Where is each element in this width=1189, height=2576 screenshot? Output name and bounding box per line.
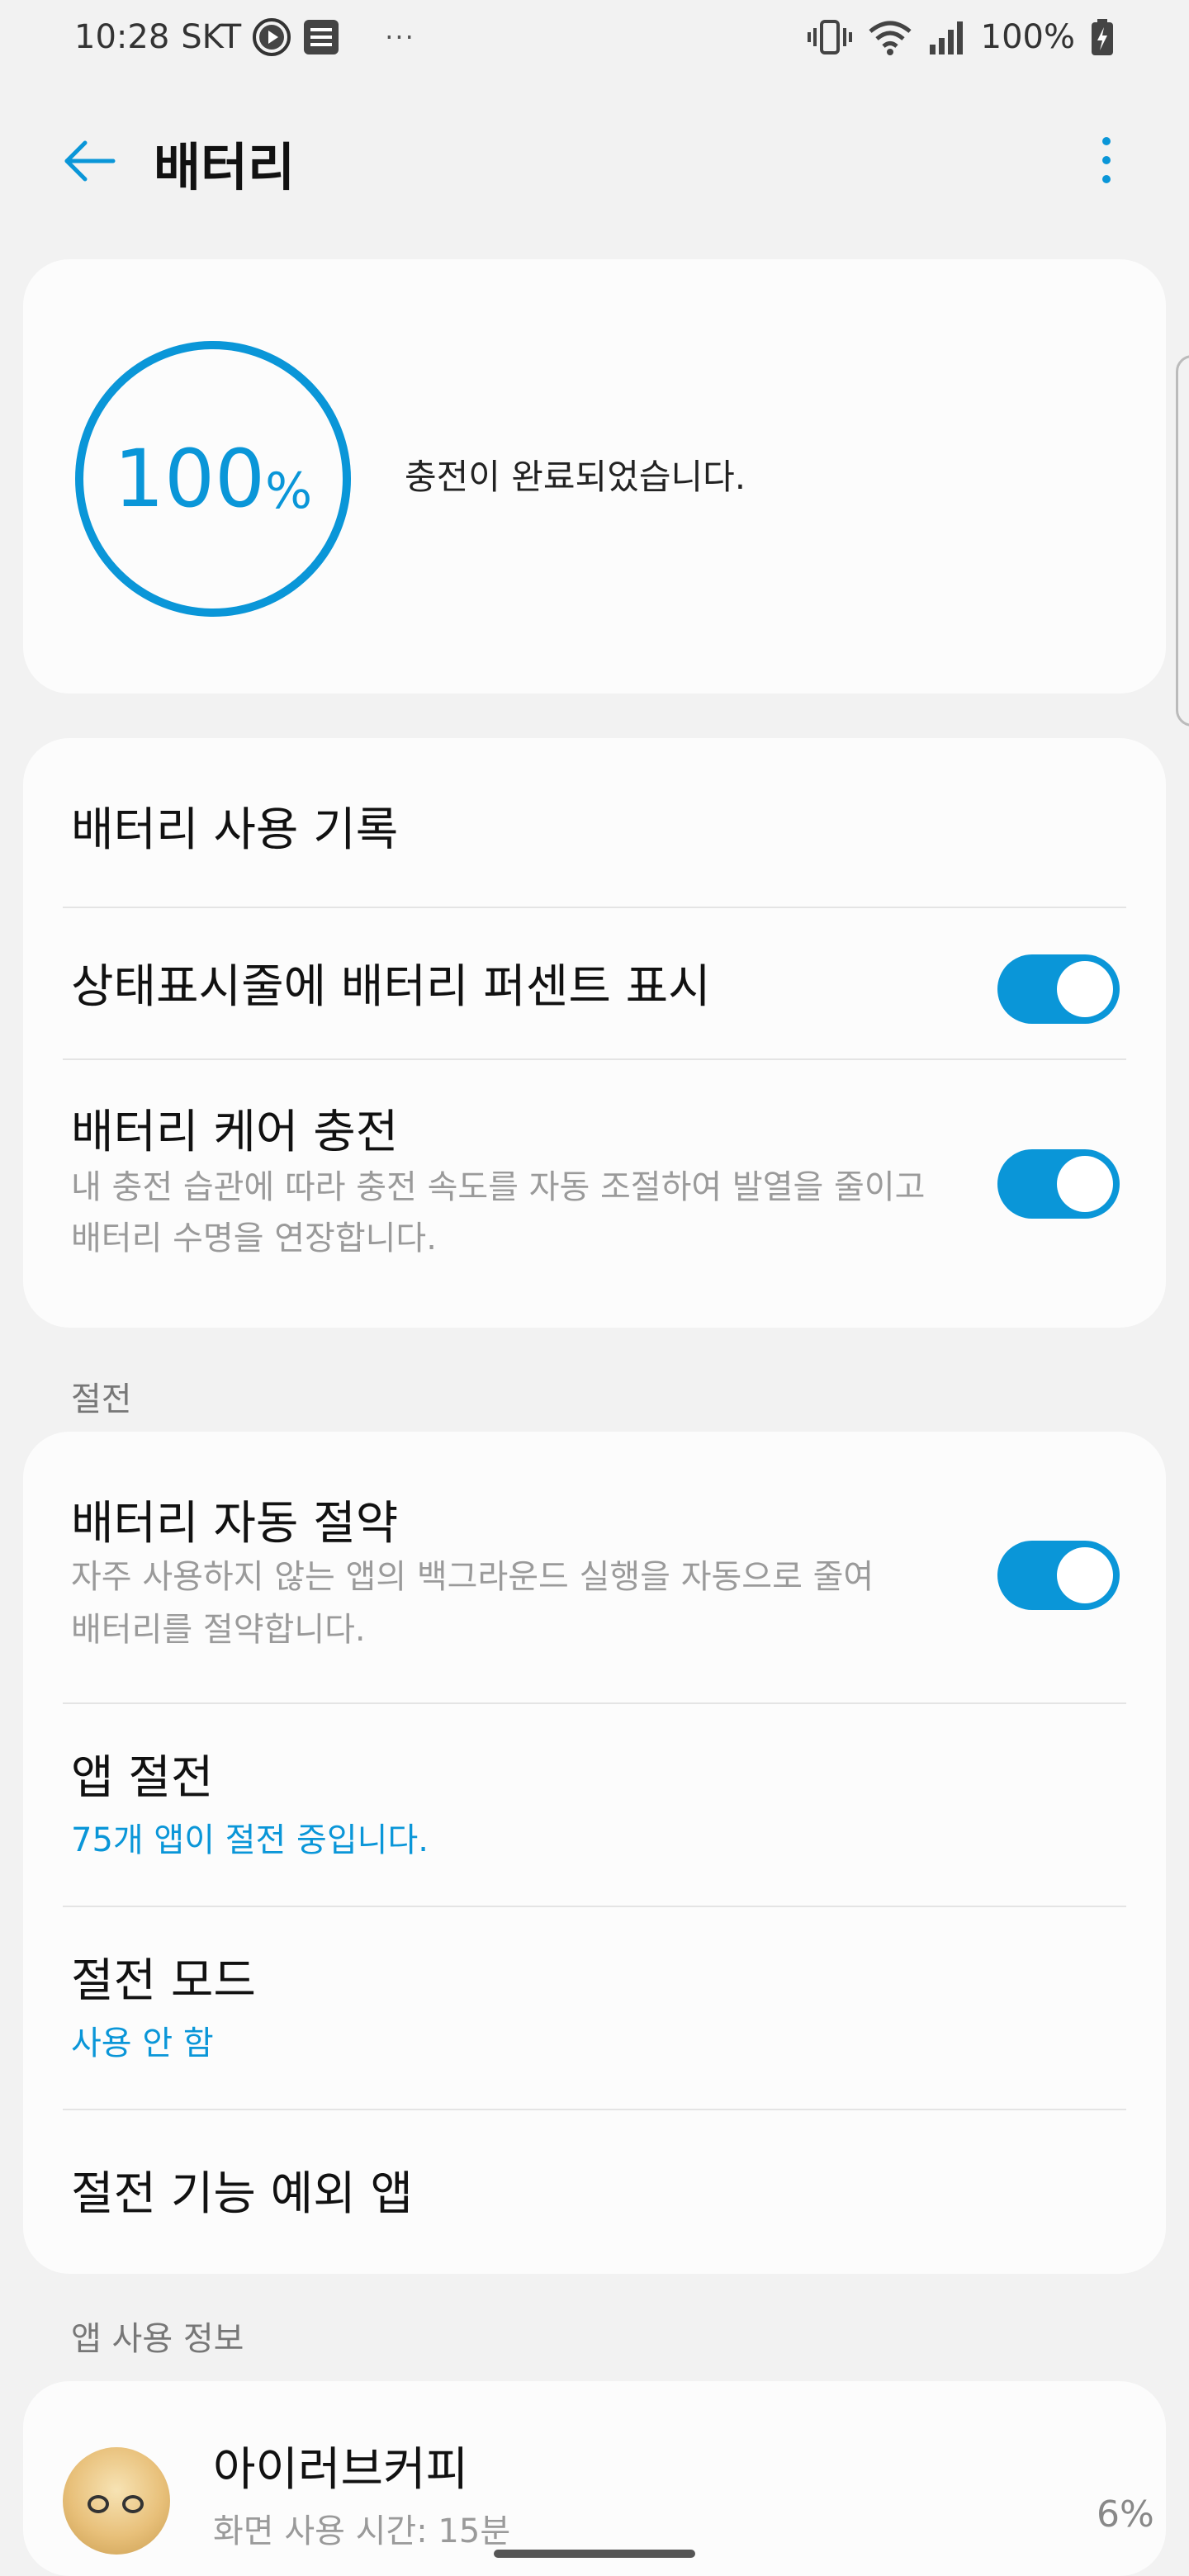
battery-settings-card: 배터리 사용 기록 상태표시줄에 배터리 퍼센트 표시 배터리 케어 충전 내 … bbox=[23, 738, 1166, 1328]
battery-charging-icon bbox=[1090, 18, 1115, 56]
show-percent-item[interactable]: 상태표시줄에 배터리 퍼센트 표시 bbox=[23, 908, 1166, 1057]
saving-mode-label: 절전 모드 bbox=[71, 1954, 256, 2008]
app-bar: 배터리 bbox=[0, 116, 1189, 206]
toggle-knob bbox=[1057, 1156, 1113, 1212]
page-title: 배터리 bbox=[154, 137, 296, 197]
toggle-knob bbox=[1057, 1547, 1113, 1603]
auto-saving-label: 배터리 자동 절약 bbox=[71, 1497, 399, 1551]
more-options-button[interactable] bbox=[1073, 127, 1139, 193]
app-icon bbox=[63, 2447, 170, 2555]
auto-saving-item[interactable]: 배터리 자동 절약 자주 사용하지 않는 앱의 백그라운드 실행을 자동으로 줄… bbox=[23, 1432, 1166, 1701]
app-name: 아이러브커피 bbox=[213, 2443, 469, 2497]
home-indicator[interactable] bbox=[494, 2550, 695, 2558]
app-saving-item[interactable]: 앱 절전 75개 앱이 절전 중입니다. bbox=[23, 1704, 1166, 1906]
exception-apps-item[interactable]: 절전 기능 예외 앱 bbox=[23, 2110, 1166, 2274]
back-arrow-icon bbox=[64, 140, 116, 182]
battery-care-item[interactable]: 배터리 케어 충전 내 충전 습관에 따라 충전 속도를 자동 조절하여 발열을… bbox=[23, 1060, 1166, 1328]
vibrate-icon bbox=[807, 18, 852, 56]
power-saving-section-label: 절전 bbox=[71, 1380, 132, 1418]
status-battery-percent: 100% bbox=[980, 18, 1075, 56]
saving-mode-value: 사용 안 함 bbox=[71, 2024, 214, 2062]
battery-care-desc-1: 내 충전 습관에 따라 충전 속도를 자동 조절하여 발열을 줄이고 bbox=[71, 1168, 926, 1206]
battery-care-label: 배터리 케어 충전 bbox=[71, 1106, 399, 1159]
battery-care-toggle[interactable] bbox=[997, 1149, 1120, 1219]
battery-level-value: 100 bbox=[113, 433, 266, 525]
signal-icon bbox=[928, 18, 966, 56]
power-saving-card: 배터리 자동 절약 자주 사용하지 않는 앱의 백그라운드 실행을 자동으로 줄… bbox=[23, 1432, 1166, 2274]
show-percent-label: 상태표시줄에 배터리 퍼센트 표시 bbox=[71, 960, 711, 1014]
show-percent-toggle[interactable] bbox=[997, 954, 1120, 1024]
battery-care-desc-2: 배터리 수명을 연장합니다. bbox=[71, 1219, 437, 1257]
saving-mode-item[interactable]: 절전 모드 사용 안 함 bbox=[23, 1907, 1166, 2109]
app-saving-value: 75개 앱이 절전 중입니다. bbox=[71, 1821, 429, 1859]
toggle-knob bbox=[1057, 961, 1113, 1017]
back-button[interactable] bbox=[56, 132, 122, 190]
battery-status-card: 100 % 충전이 완료되었습니다. bbox=[23, 259, 1166, 694]
charge-status-message: 충전이 완료되었습니다. bbox=[405, 457, 746, 497]
more-notifications-icon: ··· bbox=[385, 21, 415, 53]
exception-apps-label: 절전 기능 예외 앱 bbox=[71, 2167, 414, 2221]
wifi-icon bbox=[867, 18, 913, 56]
usage-history-label: 배터리 사용 기록 bbox=[71, 803, 399, 857]
app-icon-detail bbox=[88, 2495, 109, 2513]
status-carrier: SKT bbox=[181, 18, 242, 56]
battery-level-readout: 100 % bbox=[73, 339, 353, 619]
app-icon-detail bbox=[122, 2495, 144, 2513]
app-usage-section-label: 앱 사용 정보 bbox=[71, 2320, 244, 2358]
document-notification-icon bbox=[302, 18, 340, 56]
more-vertical-icon bbox=[1102, 137, 1111, 183]
app-usage-item[interactable]: 아이러브커피 화면 사용 시간: 15분 6% bbox=[23, 2381, 1166, 2576]
status-bar: 10:28 SKT ··· 100% bbox=[0, 0, 1189, 74]
auto-saving-desc-1: 자주 사용하지 않는 앱의 백그라운드 실행을 자동으로 줄여 bbox=[71, 1558, 874, 1596]
media-play-icon bbox=[253, 18, 291, 56]
status-time: 10:28 bbox=[74, 18, 170, 56]
auto-saving-toggle[interactable] bbox=[997, 1541, 1120, 1610]
auto-saving-desc-2: 배터리를 절약합니다. bbox=[71, 1611, 366, 1649]
usage-history-item[interactable]: 배터리 사용 기록 bbox=[23, 738, 1166, 907]
app-saving-label: 앱 절전 bbox=[71, 1751, 214, 1805]
app-usage-card: 아이러브커피 화면 사용 시간: 15분 6% bbox=[23, 2381, 1166, 2576]
battery-level-unit: % bbox=[265, 462, 313, 520]
edge-panel-handle[interactable] bbox=[1176, 355, 1189, 727]
app-usage-percent: 6% bbox=[1097, 2493, 1154, 2536]
